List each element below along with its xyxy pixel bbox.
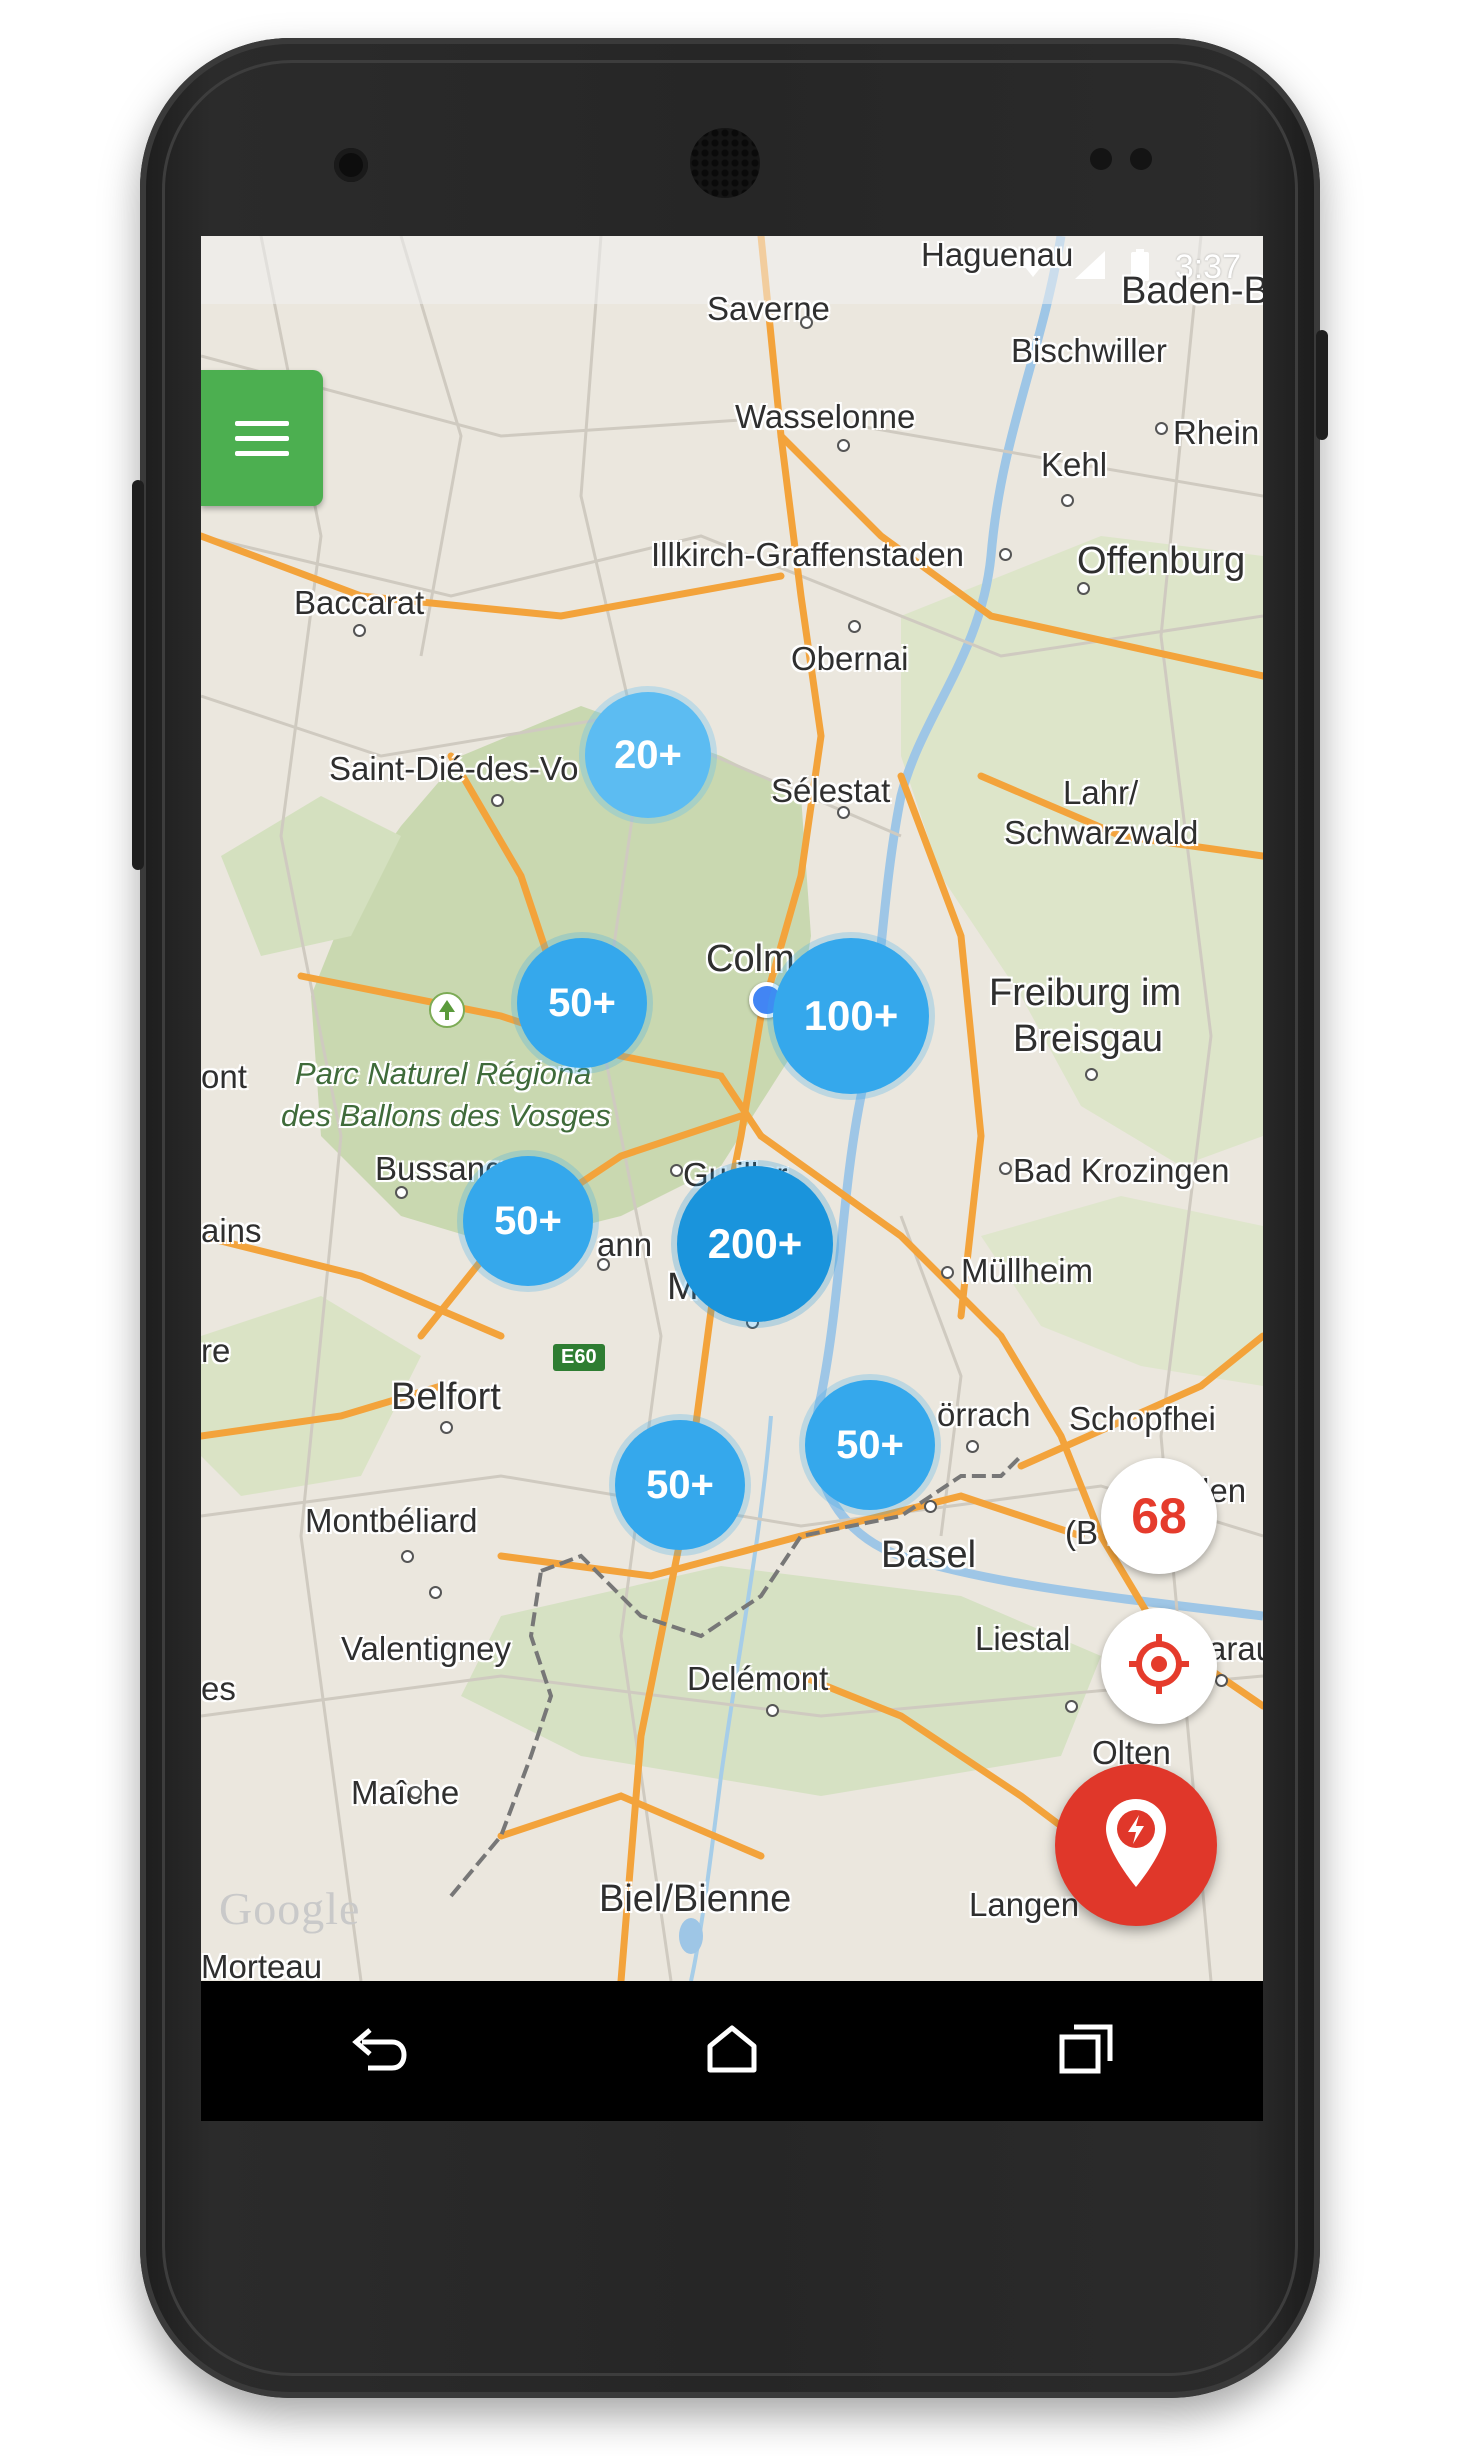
map-label-lahr: Lahr/ bbox=[1063, 774, 1139, 811]
city-dot bbox=[941, 1266, 954, 1279]
proximity-sensor bbox=[1090, 148, 1112, 170]
city-dot bbox=[1065, 1700, 1078, 1713]
city-dot bbox=[924, 1500, 937, 1513]
volume-rocker bbox=[132, 480, 144, 870]
map-label-belfort: Belfort bbox=[391, 1376, 501, 1418]
map-label-kehl: Kehl bbox=[1041, 446, 1108, 483]
city-dot bbox=[999, 548, 1012, 561]
map-label-morteau: Morteau bbox=[201, 1948, 323, 1981]
map-label-schwarzwald: Schwarzwald bbox=[1004, 814, 1199, 851]
map-label-bad-krozingen: Bad Krozingen bbox=[1013, 1152, 1230, 1189]
station-cluster[interactable]: 20+ bbox=[585, 692, 711, 818]
city-dot bbox=[353, 624, 366, 637]
map-label-delemont: Delémont bbox=[687, 1660, 829, 1697]
map-label-colmar: Colm bbox=[706, 938, 795, 980]
power-button bbox=[1316, 330, 1328, 440]
map-label-langen: Langen bbox=[969, 1886, 1080, 1923]
map-label-re: re bbox=[201, 1332, 231, 1369]
charging-pin-icon bbox=[1103, 1797, 1169, 1894]
map-label-wasselonne: Wasselonne bbox=[735, 398, 916, 435]
city-dot bbox=[800, 316, 813, 329]
signal-icon bbox=[1074, 251, 1105, 284]
front-camera bbox=[334, 148, 368, 182]
locate-me-button[interactable] bbox=[1101, 1608, 1217, 1724]
city-dot bbox=[1085, 1068, 1098, 1081]
city-dot bbox=[1077, 582, 1090, 595]
hamburger-icon bbox=[235, 420, 289, 426]
menu-button[interactable] bbox=[201, 370, 323, 506]
map-label-biel: Biel/Bienne bbox=[599, 1878, 792, 1920]
map-label-baccarat: Baccarat bbox=[294, 584, 425, 621]
city-dot bbox=[409, 1786, 422, 1799]
map-label-baden: Baden-B bbox=[1121, 270, 1263, 312]
city-dot bbox=[837, 439, 850, 452]
home-icon bbox=[704, 2024, 760, 2079]
map-label-bischwiller: Bischwiller bbox=[1011, 332, 1167, 369]
station-cluster[interactable]: 200+ bbox=[677, 1166, 833, 1322]
city-dot bbox=[1215, 1674, 1228, 1687]
map-label-montbeliard: Montbéliard bbox=[305, 1502, 478, 1539]
city-dot bbox=[597, 1258, 610, 1271]
city-dot bbox=[440, 1421, 453, 1434]
light-sensor bbox=[1130, 148, 1152, 170]
android-nav-bar bbox=[201, 1981, 1263, 2121]
map-label-basel: Basel bbox=[881, 1534, 977, 1576]
map-label-freiburg-2: Breisgau bbox=[1013, 1018, 1163, 1060]
back-button[interactable] bbox=[333, 2006, 423, 2096]
city-dot bbox=[848, 620, 861, 633]
map-label-haguenau: Haguenau bbox=[921, 236, 1074, 273]
city-dot bbox=[766, 1704, 779, 1717]
city-dot bbox=[670, 1164, 683, 1177]
station-cluster[interactable]: 100+ bbox=[773, 938, 929, 1094]
map-label-offenburg: Offenburg bbox=[1077, 540, 1246, 582]
city-dot bbox=[491, 794, 504, 807]
google-logo: Google bbox=[219, 1883, 361, 1934]
park-tree-icon bbox=[429, 992, 465, 1028]
home-button[interactable] bbox=[687, 2006, 777, 2096]
city-dot bbox=[999, 1162, 1012, 1175]
map-label-maiche: Maîche bbox=[351, 1774, 460, 1811]
map-label-ont: ont bbox=[201, 1058, 247, 1095]
station-cluster[interactable]: 50+ bbox=[805, 1380, 935, 1510]
map-label-illkirch: Illkirch-Graffenstaden bbox=[651, 536, 965, 573]
map-label-valentigney: Valentigney bbox=[341, 1630, 512, 1667]
city-dot bbox=[966, 1440, 979, 1453]
map-label-ains: ains bbox=[201, 1212, 262, 1249]
hamburger-icon-bar bbox=[235, 435, 289, 441]
map-label-es: es bbox=[201, 1670, 236, 1707]
station-count-button[interactable]: 68 bbox=[1101, 1458, 1217, 1574]
earpiece-speaker bbox=[690, 128, 760, 198]
map-label-freiburg-1: Freiburg im bbox=[989, 972, 1182, 1014]
add-charging-station-button[interactable] bbox=[1055, 1764, 1217, 1926]
city-dot bbox=[395, 1186, 408, 1199]
map-label-park-1: Parc Naturel Régiona bbox=[295, 1056, 592, 1091]
recents-button[interactable] bbox=[1041, 2006, 1131, 2096]
map-label-lorrach: örrach bbox=[937, 1396, 1031, 1433]
map-label-rhein: Rhein bbox=[1173, 414, 1260, 451]
app-screen: 3:37 Haguenau Baden-B Saverne Bischwille… bbox=[201, 236, 1263, 1981]
map-label-park-2: des Ballons des Vosges bbox=[281, 1098, 611, 1133]
station-cluster[interactable]: 50+ bbox=[615, 1420, 745, 1550]
city-dot bbox=[429, 1586, 442, 1599]
map-label-obernai: Obernai bbox=[791, 640, 909, 677]
map-label-selestat: Sélestat bbox=[771, 772, 891, 809]
hamburger-icon-bar bbox=[235, 450, 289, 456]
back-icon bbox=[348, 2024, 408, 2079]
recents-icon bbox=[1058, 2023, 1114, 2080]
map-label-schopfheim: Schopfhei bbox=[1069, 1400, 1216, 1437]
crosshair-icon bbox=[1127, 1632, 1191, 1701]
station-cluster[interactable]: 50+ bbox=[463, 1156, 593, 1286]
map-label-saint-die: Saint-Dié-des-Vo bbox=[329, 750, 579, 787]
city-dot bbox=[837, 806, 850, 819]
city-dot bbox=[1155, 422, 1168, 435]
map-label-liestal: Liestal bbox=[975, 1620, 1071, 1657]
city-dot bbox=[401, 1550, 414, 1563]
map-label-mullheim: Müllheim bbox=[961, 1252, 1094, 1289]
station-cluster[interactable]: 50+ bbox=[517, 938, 647, 1068]
highway-shield-e60: E60 bbox=[553, 1344, 605, 1371]
city-dot bbox=[1061, 494, 1074, 507]
